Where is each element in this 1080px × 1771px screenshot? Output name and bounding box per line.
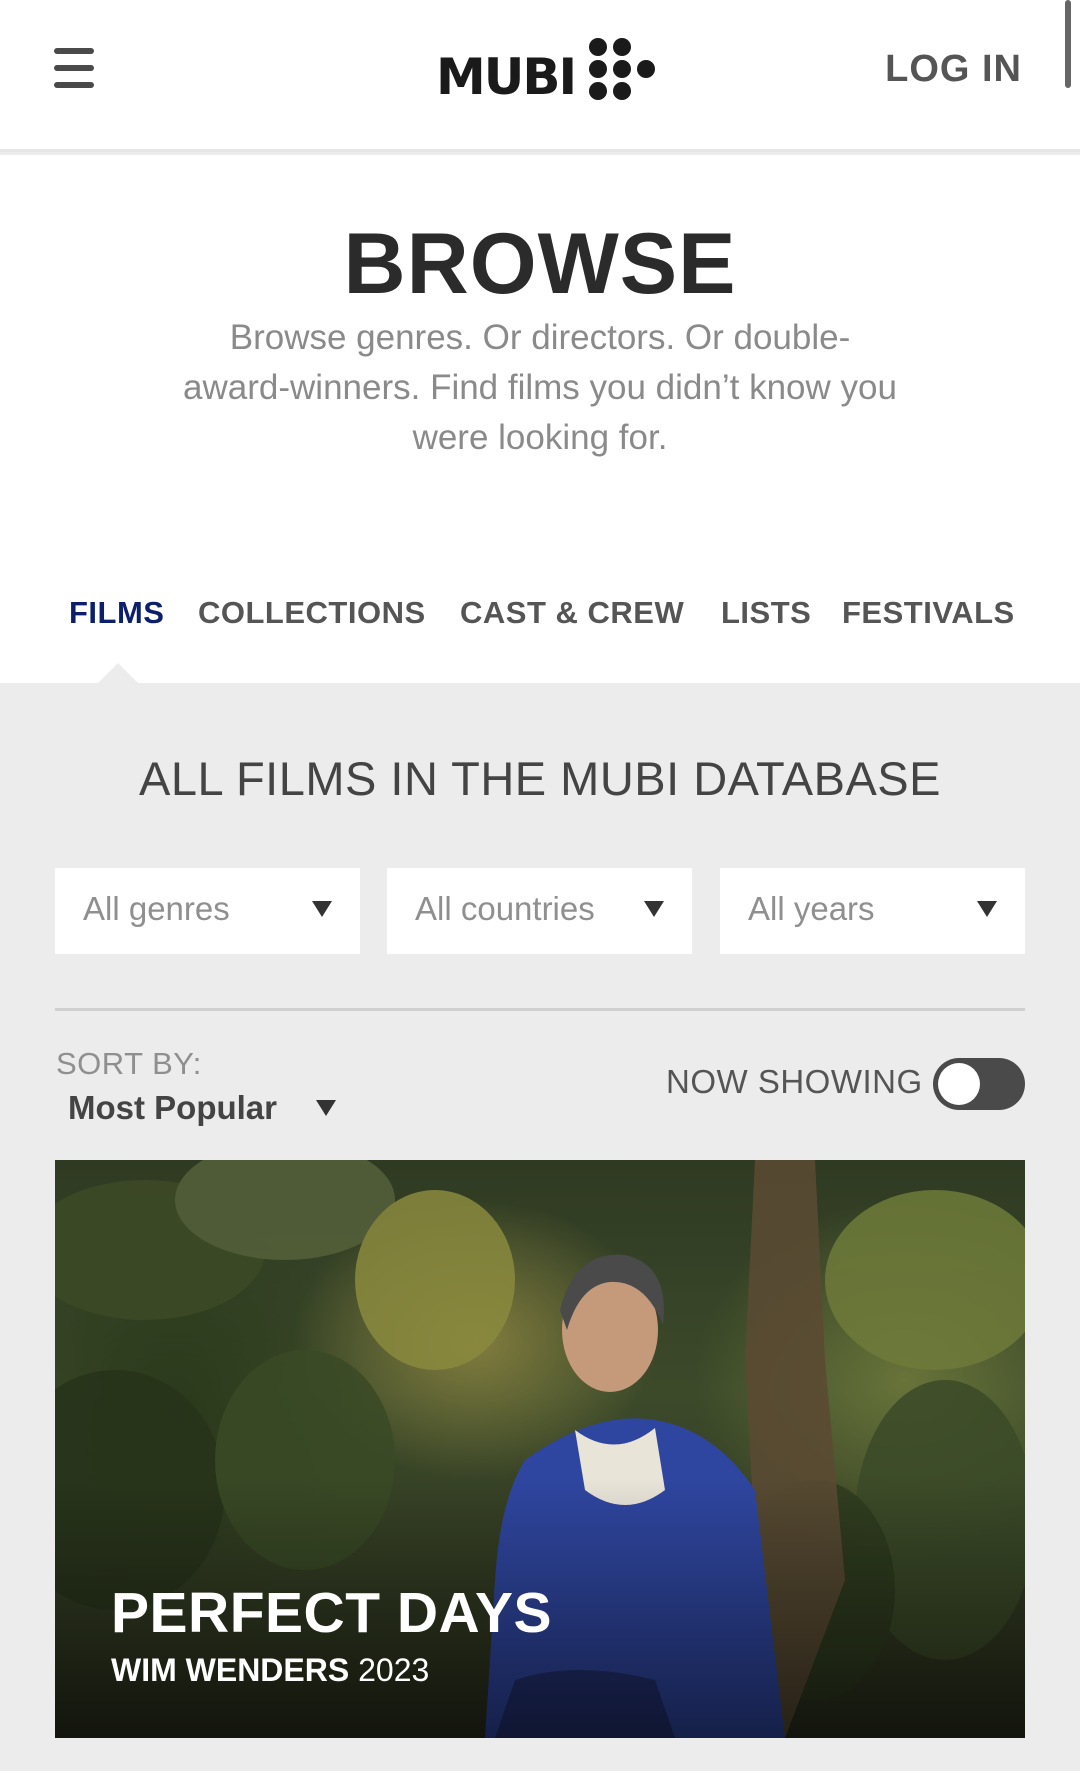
tab-festivals[interactable]: FESTIVALS [842,595,1015,631]
year-filter-value: All years [748,890,875,927]
genre-filter-select[interactable]: All genres [55,868,360,954]
toggle-knob [938,1063,980,1105]
sort-select[interactable]: Most Popular [68,1089,277,1127]
logo-dots-icon [589,36,656,102]
page-title: BROWSE [343,216,737,312]
films-panel: ALL FILMS IN THE MUBI DATABASE All genre… [0,683,1080,1771]
browse-tabs: FILMS COLLECTIONS CAST & CREW LISTS FEST… [0,595,1080,683]
section-heading: ALL FILMS IN THE MUBI DATABASE [139,752,941,805]
tab-films[interactable]: FILMS [69,595,165,631]
divider [55,1008,1025,1011]
scrollbar[interactable] [1065,0,1071,88]
film-director[interactable]: WIM WENDERS [111,1652,349,1688]
film-title[interactable]: PERFECT DAYS [111,1580,552,1646]
tab-cast-crew[interactable]: CAST & CREW [460,595,684,631]
page: MUBI LOG IN BROWSE Browse genres. Or dir… [0,0,1080,1771]
caret-down-icon [977,901,997,917]
genre-filter-value: All genres [83,890,230,927]
hamburger-menu-icon[interactable] [54,46,94,90]
mubi-logo[interactable]: MUBI [436,32,656,106]
top-header: MUBI LOG IN [0,0,1080,152]
film-meta: WIM WENDERS 2023 [111,1652,429,1689]
year-filter-select[interactable]: All years [720,868,1025,954]
browse-intro: BROWSE Browse genres. Or directors. Or d… [0,155,1080,683]
login-button[interactable]: LOG IN [885,48,1022,91]
featured-film-card[interactable]: PERFECT DAYS WIM WENDERS 2023 [55,1160,1025,1738]
now-showing-label: NOW SHOWING [666,1063,923,1100]
tab-lists[interactable]: LISTS [721,595,811,631]
now-showing-toggle[interactable] [933,1058,1025,1110]
sort-caret-down-icon[interactable] [316,1100,336,1116]
caret-down-icon [312,901,332,917]
country-filter-select[interactable]: All countries [387,868,692,954]
tab-collections[interactable]: COLLECTIONS [198,595,426,631]
sort-label: SORT BY: [56,1046,202,1081]
country-filter-value: All countries [415,890,595,927]
caret-down-icon [644,901,664,917]
active-tab-pointer [98,663,138,683]
logo-text: MUBI [436,48,577,106]
page-subtitle: Browse genres. Or directors. Or double-a… [183,318,897,457]
film-year: 2023 [358,1652,430,1688]
